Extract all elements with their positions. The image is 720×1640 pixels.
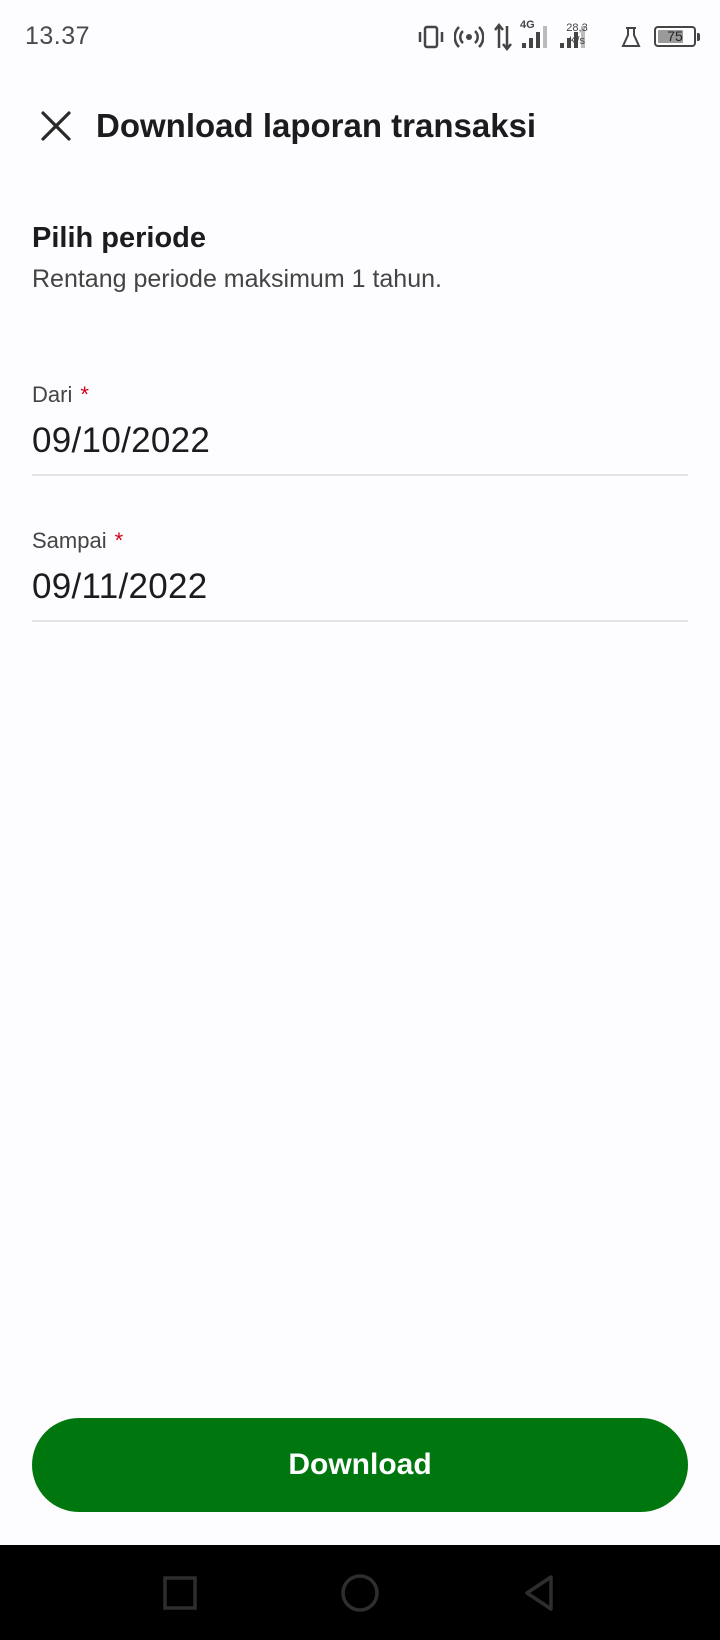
from-date-label: Dari [32,382,73,407]
page-title: Download laporan transaksi [96,107,537,144]
close-icon [41,111,71,141]
status-time: 13.37 [25,22,91,50]
flask-icon [621,27,641,47]
hotspot-icon [454,26,484,48]
to-date-field[interactable]: Sampai * 09/11/2022 [32,514,688,622]
battery-icon: 75 [654,26,700,47]
home-icon[interactable] [338,1571,382,1615]
status-icons: 4G 28,3 K/s 75 [416,19,700,54]
download-button[interactable]: Download [32,1418,688,1512]
vibrate-icon [418,25,444,49]
to-date-label: Sampai [32,528,107,553]
from-date-value: 09/10/2022 [32,421,211,460]
net-speed-unit: K/s [569,35,585,47]
status-bar: 13.37 4G 28,3 K/s 75 [0,0,720,74]
back-icon[interactable] [518,1571,562,1615]
required-mark: * [80,382,89,407]
to-date-value: 09/11/2022 [32,567,208,606]
from-date-field[interactable]: Dari * 09/10/2022 [32,368,688,476]
data-transfer-icon [494,22,512,52]
required-mark: * [114,528,124,553]
from-date-label-row: Dari * [32,382,89,408]
net-speed-value: 28,3 [566,22,588,34]
screen: 13.37 4G 28,3 K/s 75 Download laporan tr… [0,0,720,1640]
to-date-label-row: Sampai * [32,528,123,554]
recent-apps-icon[interactable] [158,1571,202,1615]
close-button[interactable] [30,100,82,152]
navigation-bar [0,1545,720,1640]
signal-4g-icon: 4G [520,19,552,54]
period-subtitle: Rentang periode maksimum 1 tahun. [32,265,442,293]
period-title: Pilih periode [32,222,207,254]
net-speed: 28,3 K/s [560,22,594,48]
battery-level: 75 [667,28,683,44]
